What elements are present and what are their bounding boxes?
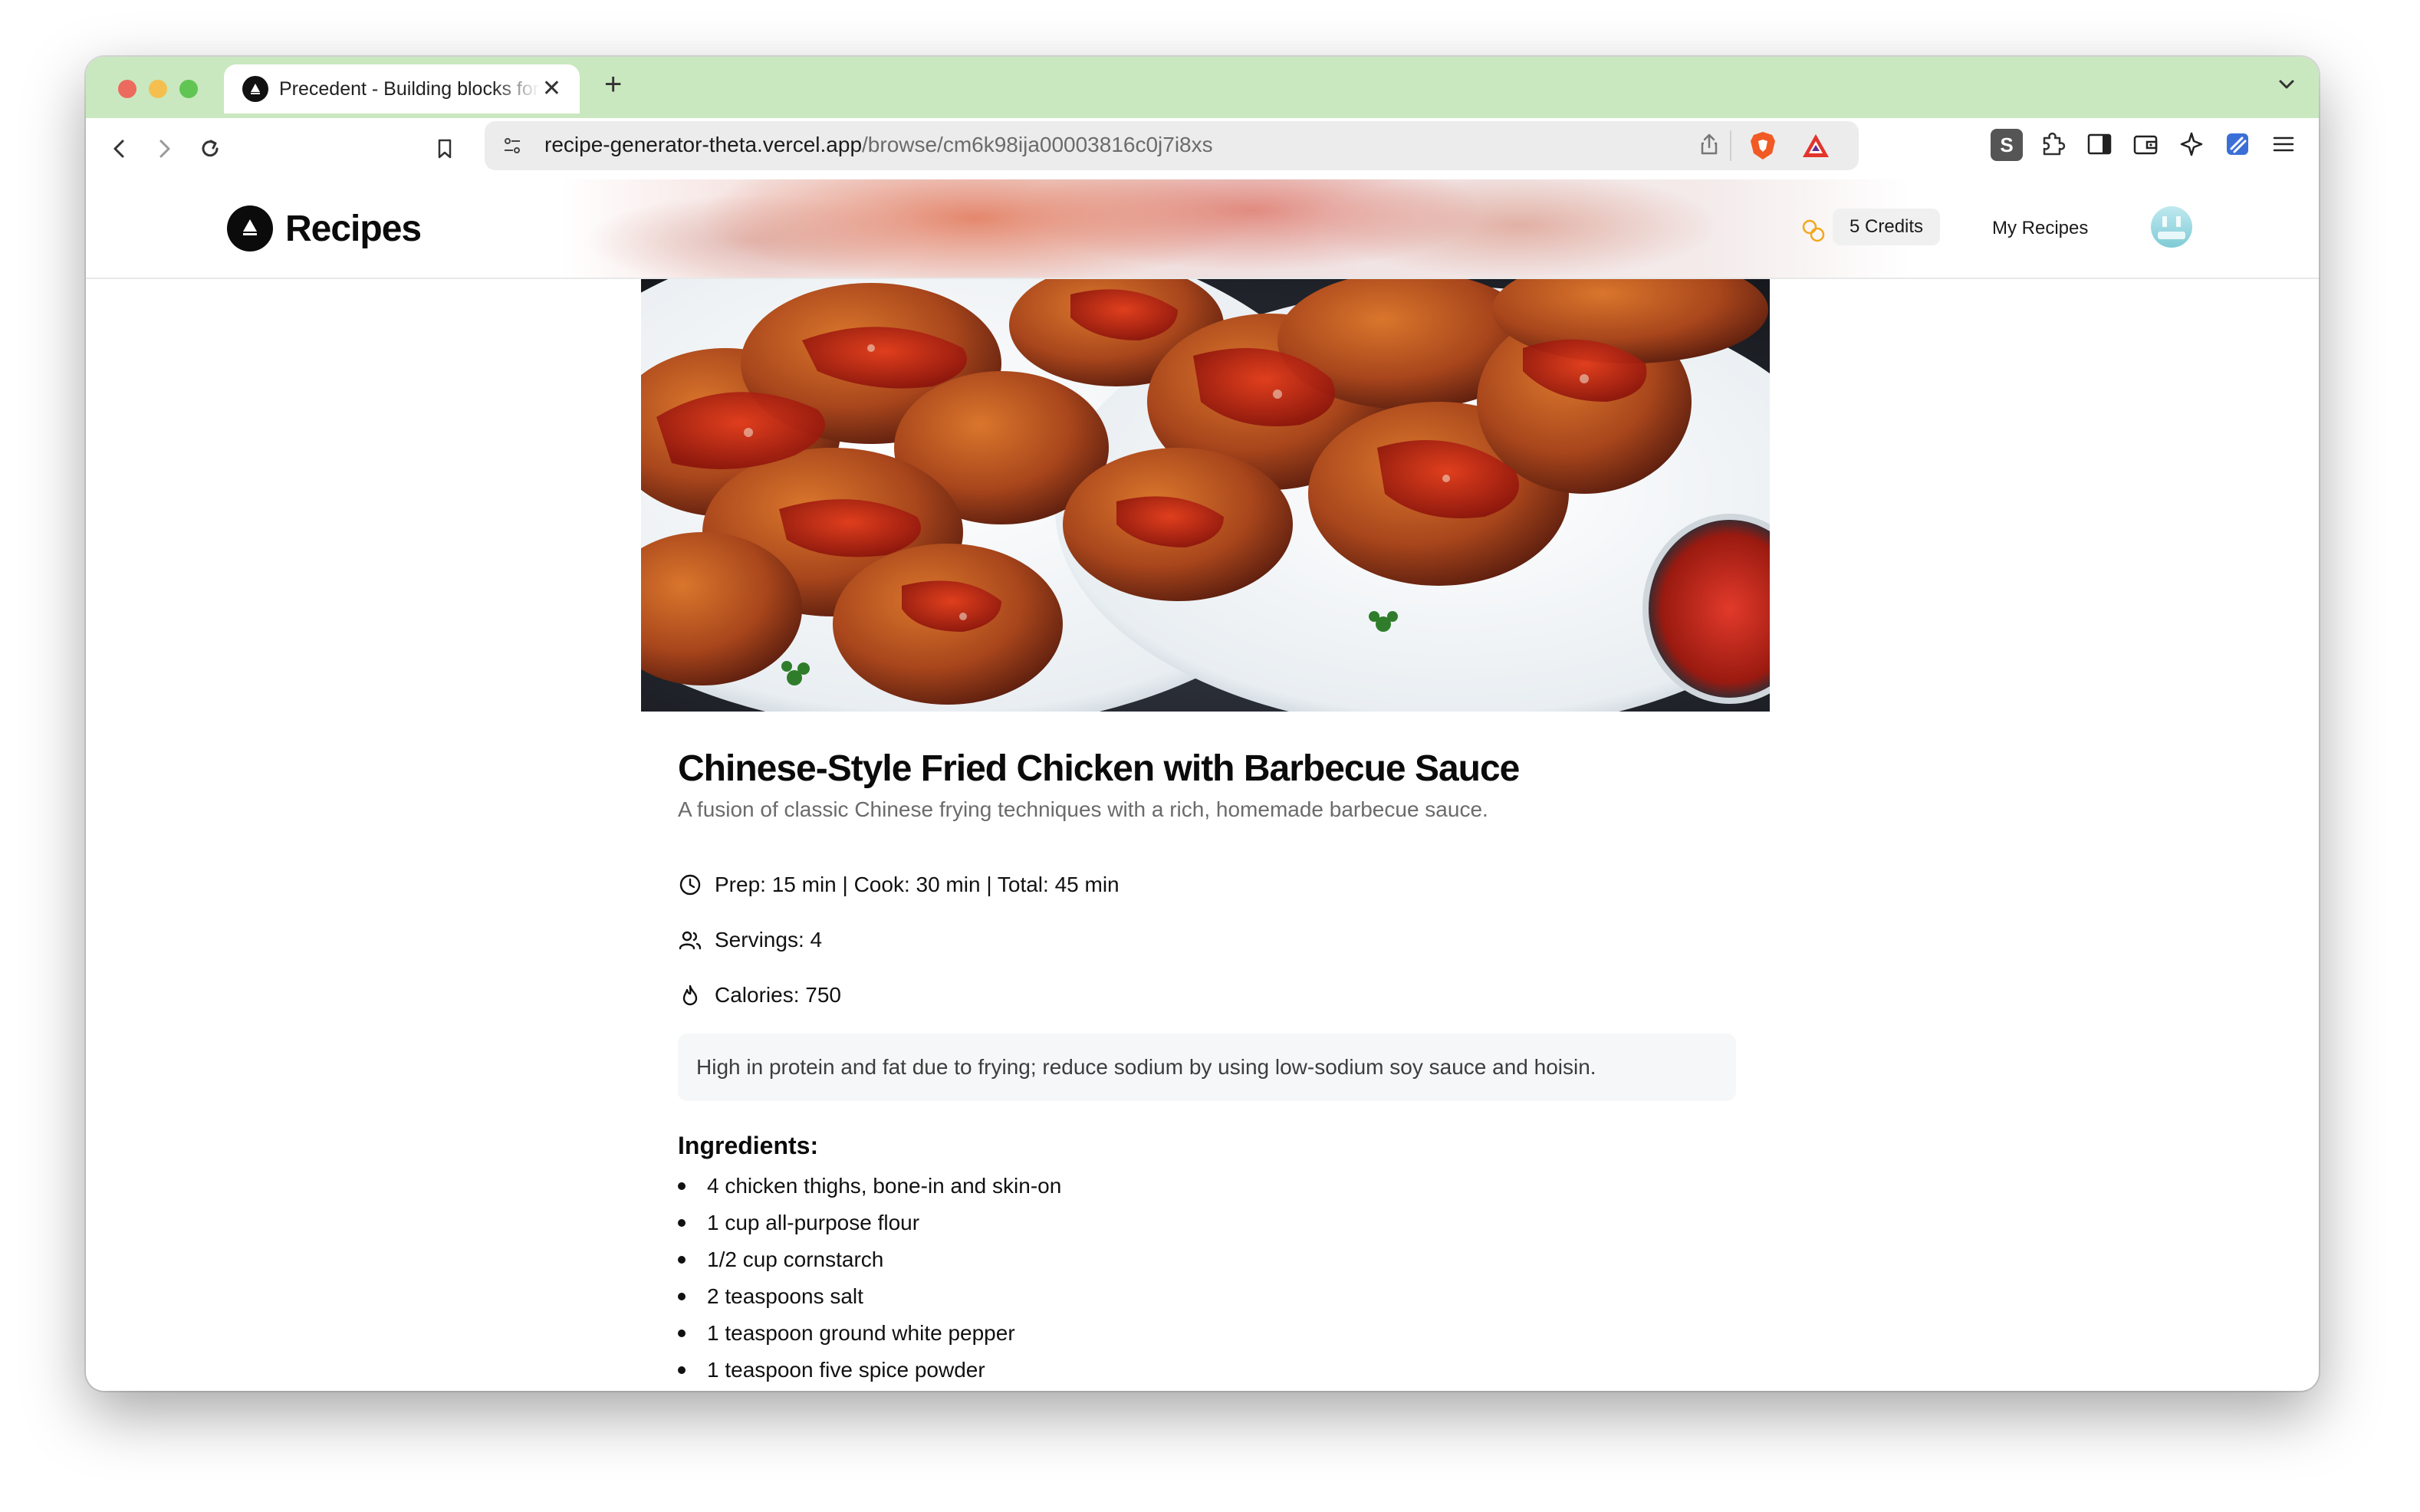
recipe-servings: Servings: 4 [678, 912, 1736, 968]
ingredients-list: 4 chicken thighs, bone-in and skin-on 1 … [678, 1168, 1736, 1389]
new-tab-icon[interactable]: + [604, 69, 622, 100]
browser-tab[interactable]: Precedent - Building blocks for your Nex… [224, 64, 580, 113]
recipe-description: A fusion of classic Chinese frying techn… [678, 797, 1488, 821]
list-item: 1 cup all-purpose flour [678, 1205, 1736, 1241]
recipe-hero-image [641, 279, 1770, 712]
recipe-meta: Prep: 15 min | Cook: 30 min | Total: 45 … [678, 857, 1736, 1023]
my-recipes-link[interactable]: My Recipes [1992, 218, 2088, 239]
bullet [678, 1218, 686, 1227]
ingredient-text: 4 chicken thighs, bone-in and skin-on [707, 1173, 1062, 1198]
forward-icon[interactable] [147, 132, 181, 166]
bookmark-icon[interactable] [428, 132, 462, 166]
site-settings-icon[interactable] [500, 133, 524, 162]
tab-strip: Precedent - Building blocks for your Nex… [86, 57, 2319, 118]
coins-icon [1800, 218, 1827, 248]
tab-title: Precedent - Building blocks for your Nex… [279, 77, 540, 100]
users-icon [679, 931, 702, 949]
list-item: 1 teaspoon ground white pepper [678, 1315, 1736, 1352]
list-item: 4 chicken thighs, bone-in and skin-on [678, 1168, 1736, 1205]
ingredient-text: 1 teaspoon ground white pepper [707, 1320, 1015, 1345]
bullet [678, 1366, 686, 1374]
bullet [678, 1292, 686, 1300]
bullet [678, 1255, 686, 1264]
list-item: 2 teaspoons salt [678, 1278, 1736, 1315]
url-host: recipe-generator-theta.vercel.app [544, 133, 863, 156]
vpn-icon[interactable] [2222, 129, 2253, 163]
close-window-button[interactable] [118, 80, 136, 98]
reload-icon[interactable] [193, 132, 227, 166]
ingredient-text: 1 teaspoon five spice powder [707, 1357, 985, 1382]
recipe-calories: Calories: 750 [678, 968, 1736, 1023]
bullet [678, 1182, 686, 1190]
ingredients-heading: Ingredients: [678, 1131, 819, 1159]
recipe-content: Chinese-Style Fried Chicken with Barbecu… [678, 747, 1736, 1389]
minimize-window-button[interactable] [149, 80, 167, 98]
close-tab-icon[interactable]: ✕ [542, 77, 561, 100]
recipe-time: Prep: 15 min | Cook: 30 min | Total: 45 … [678, 857, 1736, 912]
flame-icon [682, 984, 698, 1005]
list-item: 1/2 cup cornstarch [678, 1241, 1736, 1278]
ingredient-text: 1 cup all-purpose flour [707, 1210, 920, 1234]
brave-rewards-icon[interactable] [1800, 132, 1831, 163]
header-background-blur [561, 179, 1911, 278]
sidebar-icon[interactable] [2084, 129, 2115, 163]
leo-ai-icon[interactable] [2176, 129, 2207, 163]
credits-button[interactable]: 5 Credits [1833, 209, 1941, 245]
menu-icon[interactable] [2268, 129, 2299, 163]
recipe-title: Chinese-Style Fried Chicken with Barbecu… [678, 748, 1520, 789]
nutrition-note: High in protein and fat due to frying; r… [678, 1033, 1736, 1101]
recipe-servings-text: Servings: 4 [715, 927, 823, 952]
avatar[interactable] [2150, 205, 2193, 248]
wallet-icon[interactable] [2130, 129, 2161, 163]
url-text[interactable]: recipe-generator-theta.vercel.app/browse… [544, 133, 1213, 157]
back-icon[interactable] [103, 132, 136, 166]
divider [1730, 130, 1731, 161]
list-item: 1 teaspoon five spice powder [678, 1352, 1736, 1389]
brand-link[interactable]: Recipes [227, 205, 422, 251]
favicon-icon [242, 76, 268, 102]
address-bar[interactable]: recipe-generator-theta.vercel.app/browse… [485, 121, 1859, 170]
bullet [678, 1329, 686, 1337]
brand-name: Recipes [285, 208, 422, 249]
zoom-window-button[interactable] [179, 80, 198, 98]
recipe-calories-text: Calories: 750 [715, 982, 841, 1007]
ingredient-text: 2 teaspoons salt [707, 1284, 863, 1308]
ingredient-text: 1/2 cup cornstarch [707, 1247, 884, 1271]
recipe-time-text: Prep: 15 min | Cook: 30 min | Total: 45 … [715, 872, 1120, 896]
extension-s-icon[interactable]: S [1991, 129, 2023, 161]
extensions-icon[interactable] [2038, 129, 2069, 163]
site-header: Recipes 5 Credits My Recipes [86, 179, 2319, 279]
brave-shields-icon[interactable] [1748, 130, 1777, 165]
chevron-down-icon[interactable] [2274, 72, 2299, 100]
url-path: /browse/cm6k98ija00003816c0j7i8xs [862, 133, 1213, 156]
brand-logo-icon [227, 205, 273, 251]
browser-window: Precedent - Building blocks for your Nex… [86, 57, 2319, 1391]
clock-icon [679, 874, 701, 895]
share-icon[interactable] [1696, 132, 1722, 162]
